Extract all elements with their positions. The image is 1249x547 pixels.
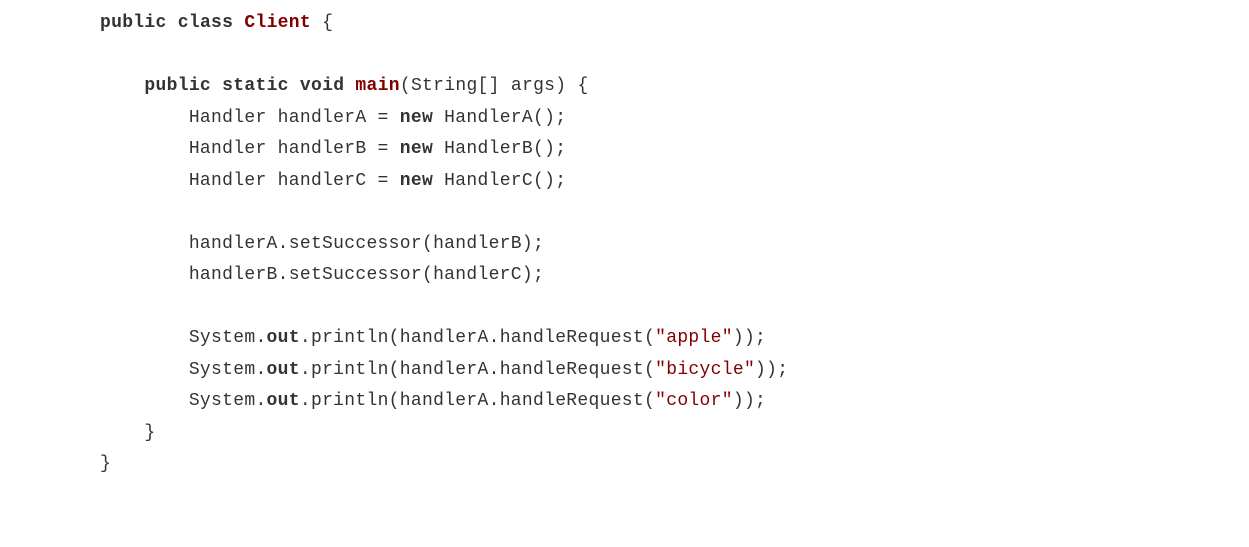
kw-public: public: [100, 13, 167, 33]
indent: [100, 108, 189, 128]
indent: [100, 265, 189, 285]
println-open: .println(handlerA.handleRequest(: [300, 328, 655, 348]
println-close: ));: [755, 360, 788, 380]
set-successor-2: handlerB.setSuccessor(handlerC);: [189, 265, 544, 285]
sys-out: out: [267, 328, 300, 348]
println-open: .println(handlerA.handleRequest(: [300, 391, 655, 411]
decl-handlerC-left: Handler handlerC =: [189, 171, 400, 191]
indent: [100, 76, 144, 96]
kw-static: static: [222, 76, 289, 96]
sys-prefix: System.: [189, 391, 267, 411]
println-close: ));: [733, 328, 766, 348]
kw-class: class: [178, 13, 234, 33]
indent: [100, 423, 144, 443]
brace-close: }: [100, 454, 111, 474]
sys-out: out: [267, 360, 300, 380]
kw-public: public: [144, 76, 211, 96]
decl-handlerA-right: HandlerA();: [433, 108, 566, 128]
decl-handlerB-left: Handler handlerB =: [189, 139, 400, 159]
str-apple: "apple": [655, 328, 733, 348]
kw-new: new: [400, 139, 433, 159]
decl-handlerA-left: Handler handlerA =: [189, 108, 400, 128]
sys-prefix: System.: [189, 360, 267, 380]
indent: [100, 234, 189, 254]
code-block: public class Client { public static void…: [0, 0, 1249, 489]
kw-new: new: [400, 171, 433, 191]
sys-prefix: System.: [189, 328, 267, 348]
str-bicycle: "bicycle": [655, 360, 755, 380]
indent: [100, 171, 189, 191]
method-main: main: [355, 76, 399, 96]
println-open: .println(handlerA.handleRequest(: [300, 360, 655, 380]
indent: [100, 139, 189, 159]
set-successor-1: handlerA.setSuccessor(handlerB);: [189, 234, 544, 254]
sig-args: (String[] args) {: [400, 76, 589, 96]
indent: [100, 360, 189, 380]
println-close: ));: [733, 391, 766, 411]
decl-handlerB-right: HandlerB();: [433, 139, 566, 159]
class-name: Client: [244, 13, 311, 33]
kw-void: void: [300, 76, 344, 96]
indent: [100, 391, 189, 411]
brace-close: }: [144, 423, 155, 443]
decl-handlerC-right: HandlerC();: [433, 171, 566, 191]
brace-open: {: [311, 13, 333, 33]
kw-new: new: [400, 108, 433, 128]
str-color: "color": [655, 391, 733, 411]
sys-out: out: [267, 391, 300, 411]
indent: [100, 328, 189, 348]
